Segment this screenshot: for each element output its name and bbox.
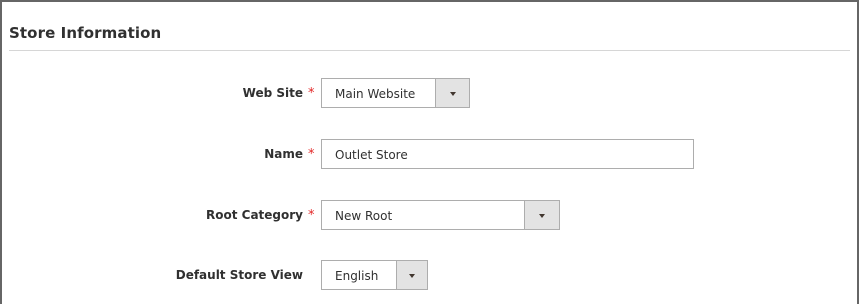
root-category-select-value: New Root <box>335 209 393 223</box>
website-select-value: Main Website <box>335 87 416 101</box>
default-store-view-select-button[interactable] <box>396 261 427 289</box>
section-title: Store Information <box>9 24 162 42</box>
website-label: Web Site <box>242 86 303 100</box>
website-required-mark: * <box>308 86 315 101</box>
default-store-view-select[interactable]: English <box>321 260 428 290</box>
root-category-required-mark: * <box>308 208 315 223</box>
default-store-view-select-value: English <box>335 269 379 283</box>
website-select-button[interactable] <box>435 79 469 107</box>
website-select[interactable]: Main Website <box>321 78 470 108</box>
root-category-select[interactable]: New Root <box>321 200 560 230</box>
root-category-select-button[interactable] <box>524 201 559 229</box>
name-input[interactable]: Outlet Store <box>321 139 694 169</box>
chevron-down-icon <box>449 92 456 96</box>
name-required-mark: * <box>308 147 315 162</box>
chevron-down-icon <box>409 274 415 278</box>
store-information-panel: Store Information Web Site * Main Websit… <box>0 0 859 304</box>
section-divider <box>9 50 850 51</box>
name-label: Name <box>264 147 303 161</box>
name-input-value: Outlet Store <box>335 148 408 162</box>
chevron-down-icon <box>539 214 545 218</box>
root-category-label: Root Category <box>206 208 303 222</box>
default-store-view-label: Default Store View <box>175 268 303 282</box>
